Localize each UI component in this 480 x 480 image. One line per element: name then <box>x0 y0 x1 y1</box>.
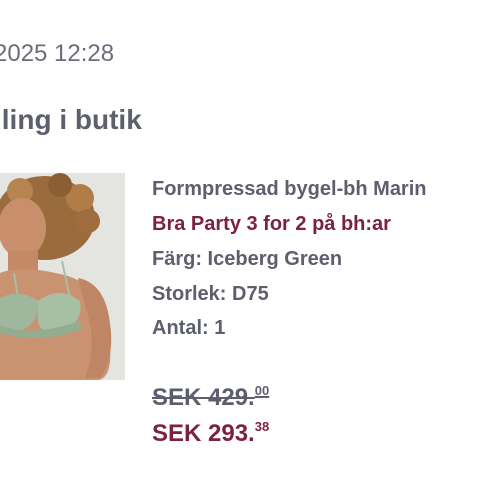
original-price-main: SEK 429. <box>152 384 255 411</box>
original-price: SEK 429.00 <box>152 384 269 412</box>
product-name[interactable]: Formpressad bygel-bh Marin <box>152 178 427 201</box>
product-photo <box>0 173 125 380</box>
product-image[interactable] <box>0 173 125 380</box>
promo-label: Bra Party 3 for 2 på bh:ar <box>152 213 391 235</box>
order-timestamp: 2025 12:28 <box>0 40 115 67</box>
original-price-cents: 00 <box>254 383 270 398</box>
product-color: Färg: Iceberg Green <box>152 248 343 270</box>
product-quantity: Antal: 1 <box>152 317 226 339</box>
sale-price-cents: 38 <box>254 419 270 434</box>
sale-price: SEK 293.38 <box>152 420 269 448</box>
sale-price-main: SEK 293. <box>152 420 255 447</box>
product-size: Storlek: D75 <box>152 283 269 305</box>
section-title: lling i butik <box>0 104 142 135</box>
